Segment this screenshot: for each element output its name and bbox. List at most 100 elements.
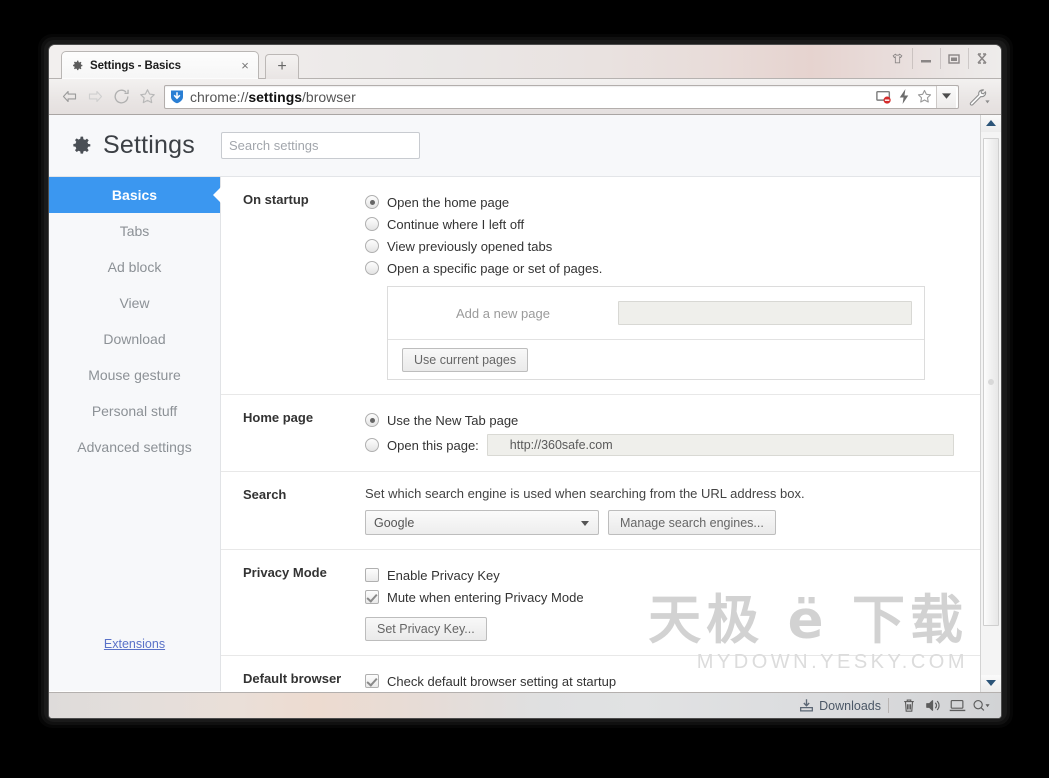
address-bar[interactable]: chrome://settings/browser [164, 85, 959, 109]
search-engine-value: Google [374, 516, 414, 530]
extensions-link[interactable]: Extensions [49, 637, 220, 651]
radio-label: Open this page: [387, 438, 479, 453]
settings-sidebar: Basics Tabs Ad block View Download Mouse… [49, 177, 221, 691]
radio-open-specific-pages[interactable]: Open a specific page or set of pages. [365, 257, 954, 279]
chevron-down-icon[interactable] [936, 86, 956, 108]
scrollbar-thumb[interactable] [983, 138, 999, 626]
radio-button[interactable] [365, 261, 379, 275]
tab-title: Settings - Basics [90, 60, 238, 72]
status-separator [888, 698, 889, 713]
status-bar: Downloads [49, 692, 1001, 718]
scroll-down-arrow-icon[interactable] [981, 675, 1001, 692]
radio-button[interactable] [365, 195, 379, 209]
sidebar-item-label: Ad block [108, 259, 162, 275]
section-label: Privacy Mode [221, 564, 365, 641]
radio-button[interactable] [365, 217, 379, 231]
scrollbar-track[interactable] [981, 132, 1001, 675]
sidebar-item-label: Mouse gesture [88, 367, 181, 383]
wrench-icon[interactable] [964, 84, 994, 110]
sidebar-item-label: Personal stuff [92, 403, 177, 419]
checkbox[interactable] [365, 674, 379, 688]
section-on-startup: On startup Open the home page Continue w… [221, 177, 980, 395]
trash-icon[interactable] [898, 696, 920, 716]
browser-tab-settings[interactable]: Settings - Basics × [61, 51, 259, 79]
screen-icon[interactable] [946, 696, 968, 716]
startup-pages-list: Add a new page [388, 287, 924, 340]
reload-icon[interactable] [108, 84, 134, 110]
section-default-browser: Default browser Check default browser se… [221, 656, 980, 691]
desktop-background: Settings - Basics × + [0, 0, 1049, 778]
sidebar-item-label: Tabs [120, 223, 150, 239]
set-privacy-key-button[interactable]: Set Privacy Key... [365, 617, 487, 641]
chevron-down-icon [581, 521, 589, 526]
sidebar-item-ad-block[interactable]: Ad block [49, 249, 220, 285]
radio-button[interactable] [365, 438, 379, 452]
settings-body: Basics Tabs Ad block View Download Mouse… [49, 177, 980, 691]
back-arrow-icon[interactable] [56, 84, 82, 110]
section-search: Search Set which search engine is used w… [221, 472, 980, 550]
add-page-input[interactable] [618, 301, 912, 325]
sidebar-item-download[interactable]: Download [49, 321, 220, 357]
sidebar-item-view[interactable]: View [49, 285, 220, 321]
radio-label: Open the home page [387, 195, 509, 210]
sidebar-item-mouse-gesture[interactable]: Mouse gesture [49, 357, 220, 393]
startup-pages-footer: Use current pages [388, 340, 924, 379]
home-page-url-input[interactable]: http://360safe.com [487, 434, 954, 456]
checkbox[interactable] [365, 568, 379, 582]
radio-label: Open a specific page or set of pages. [387, 261, 602, 276]
radio-label: View previously opened tabs [387, 239, 552, 254]
sidebar-item-advanced-settings[interactable]: Advanced settings [49, 429, 220, 465]
radio-label: Continue where I left off [387, 217, 524, 232]
close-icon[interactable] [968, 48, 995, 69]
screen-block-icon[interactable] [874, 87, 894, 107]
new-tab-button[interactable]: + [265, 54, 299, 79]
radio-continue-where-left-off[interactable]: Continue where I left off [365, 213, 954, 235]
use-current-pages-button[interactable]: Use current pages [402, 348, 528, 372]
add-page-label: Add a new page [388, 306, 618, 321]
checkbox-check-default-browser[interactable]: Check default browser setting at startup [365, 670, 954, 691]
minimize-icon[interactable] [912, 48, 939, 69]
sidebar-item-personal-stuff[interactable]: Personal stuff [49, 393, 220, 429]
search-input[interactable] [221, 132, 420, 159]
radio-button[interactable] [365, 413, 379, 427]
sidebar-item-basics[interactable]: Basics [49, 177, 220, 213]
manage-search-engines-button[interactable]: Manage search engines... [608, 510, 776, 535]
radio-open-this-page-row: Open this page: http://360safe.com [365, 433, 954, 457]
page-title: Settings [103, 131, 195, 160]
sidebar-item-label: Basics [112, 187, 157, 203]
title-bar: Settings - Basics × + [49, 45, 1001, 79]
downloads-button[interactable]: Downloads [799, 698, 881, 713]
sidebar-item-label: Advanced settings [77, 439, 191, 455]
window-controls [883, 48, 995, 69]
section-label: Default browser [221, 670, 365, 691]
checkbox-enable-privacy-key[interactable]: Enable Privacy Key [365, 564, 954, 586]
sidebar-item-label: Download [103, 331, 165, 347]
radio-use-new-tab-page[interactable]: Use the New Tab page [365, 409, 954, 431]
checkbox-label: Mute when entering Privacy Mode [387, 590, 584, 605]
search-engine-select[interactable]: Google [365, 510, 599, 535]
sidebar-item-tabs[interactable]: Tabs [49, 213, 220, 249]
vertical-scrollbar[interactable] [980, 115, 1001, 692]
checkbox-mute-privacy-mode[interactable]: Mute when entering Privacy Mode [365, 586, 954, 608]
close-icon[interactable]: × [238, 59, 252, 73]
checkbox-label: Enable Privacy Key [387, 568, 500, 583]
star-icon[interactable] [134, 84, 160, 110]
radio-open-home-page[interactable]: Open the home page [365, 191, 954, 213]
address-bar-url: chrome://settings/browser [190, 89, 874, 105]
search-description: Set which search engine is used when sea… [365, 486, 954, 501]
forward-arrow-icon[interactable] [82, 84, 108, 110]
navigation-toolbar: chrome://settings/browser [49, 79, 1001, 115]
lightning-icon[interactable] [894, 87, 914, 107]
zoom-icon[interactable] [970, 696, 992, 716]
radio-button[interactable] [365, 239, 379, 253]
browser-window: Settings - Basics × + [49, 45, 1001, 718]
scroll-up-arrow-icon[interactable] [981, 115, 1001, 132]
tshirt-icon[interactable] [884, 48, 911, 69]
maximize-icon[interactable] [940, 48, 967, 69]
checkbox[interactable] [365, 590, 379, 604]
downloads-label: Downloads [819, 699, 881, 713]
star-icon[interactable] [914, 87, 934, 107]
gear-icon [71, 59, 84, 72]
speaker-icon[interactable] [922, 696, 944, 716]
radio-view-previously-opened-tabs[interactable]: View previously opened tabs [365, 235, 954, 257]
